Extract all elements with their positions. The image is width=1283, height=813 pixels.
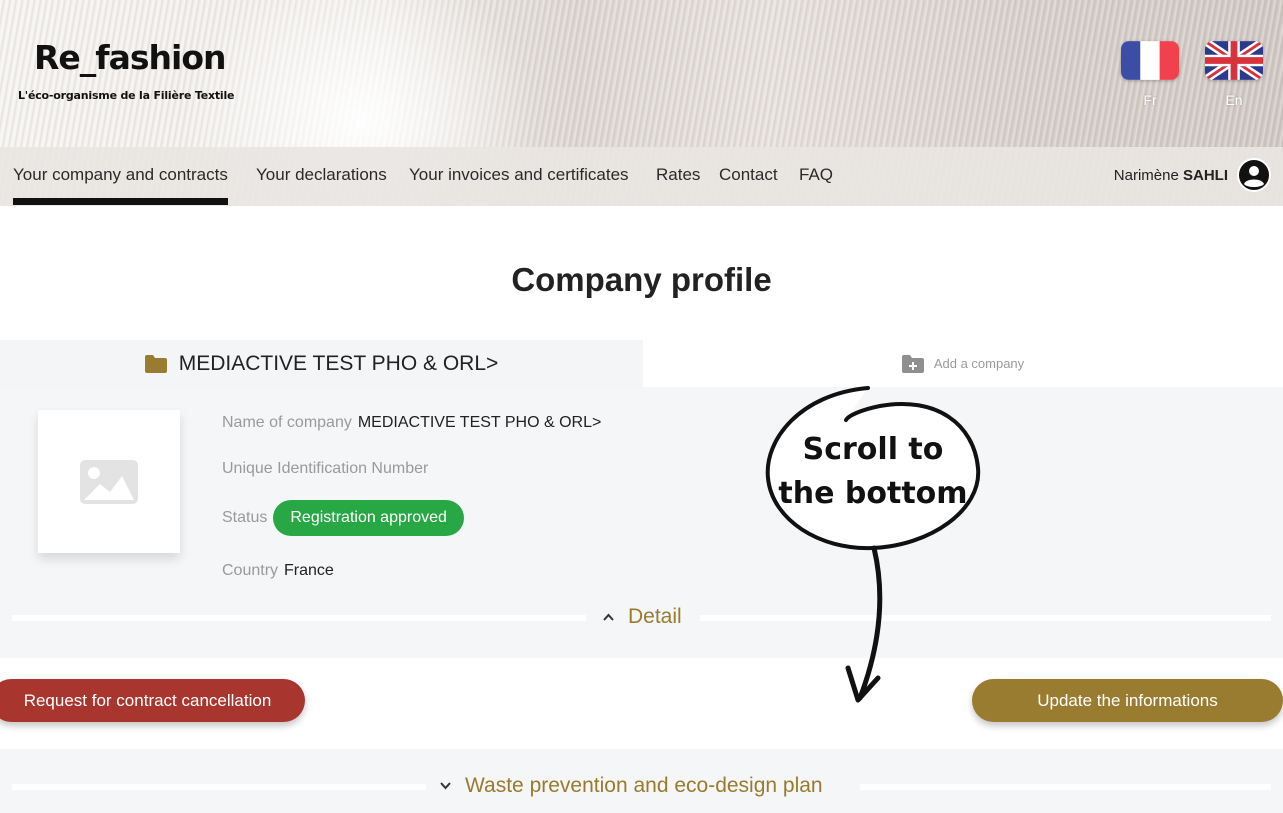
status-badge: Registration approved [273, 500, 464, 536]
main-navigation: Your company and contracts Your declarat… [0, 147, 1283, 206]
page-title: Company profile [511, 261, 772, 298]
language-fr-label: Fr [1143, 92, 1157, 108]
logo-tagline: L'éco-organisme de la Filière Textile [18, 89, 235, 102]
folder-plus-icon [901, 354, 924, 373]
uin-label: Unique Identification Number [222, 460, 429, 477]
image-icon [80, 459, 138, 504]
folder-icon [144, 354, 167, 373]
language-fr-button[interactable]: Fr [1120, 41, 1180, 108]
french-flag-icon [1121, 41, 1179, 80]
detail-toggle-label: Detail [628, 605, 682, 628]
account-circle-icon[interactable] [1237, 158, 1271, 192]
annotation-line-1: Scroll to [802, 432, 944, 467]
company-tab-label: MEDIACTIVE TEST PHO & ORL> [178, 351, 499, 375]
uk-flag-icon [1205, 41, 1263, 80]
nav-item-invoices-certificates[interactable]: Your invoices and certificates [409, 165, 629, 185]
update-informations-button[interactable]: Update the informations [972, 679, 1283, 722]
user-last-name: SAHLI [1183, 166, 1228, 184]
add-company-label: Add a company [933, 356, 1025, 371]
company-name-label: Name of company [222, 414, 352, 431]
waste-plan-toggle[interactable]: Waste prevention and eco-design plan [440, 774, 823, 798]
user-name: Narimène SAHLI [1114, 167, 1228, 184]
contract-cancellation-button[interactable]: Request for contract cancellation [0, 679, 305, 722]
country-field: Country France [222, 562, 334, 580]
uin-field: Unique Identification Number [222, 460, 434, 478]
chevron-down-icon [440, 782, 451, 790]
header-banner: Re_fashion L'éco-organisme de la Filière… [0, 0, 1283, 206]
nav-item-faq[interactable]: FAQ [799, 165, 833, 185]
country-value: France [284, 562, 334, 579]
logo-text: Re_fashion [34, 38, 227, 77]
annotation-line-2: the bottom [778, 476, 968, 511]
refashion-logo[interactable]: Re_fashion L'éco-organisme de la Filière… [18, 38, 235, 102]
chevron-up-icon [603, 613, 614, 621]
nav-item-rates[interactable]: Rates [656, 165, 700, 185]
waste-divider-left [12, 784, 426, 790]
annotation-text: Scroll to the bottom [768, 428, 978, 516]
detail-toggle[interactable]: Detail [603, 605, 682, 629]
status-label: Status [222, 509, 268, 526]
language-en-label: En [1225, 92, 1243, 108]
add-company-button[interactable]: Add a company [643, 340, 1283, 387]
waste-plan-toggle-label: Waste prevention and eco-design plan [465, 774, 823, 797]
company-logo-placeholder [38, 410, 180, 553]
status-field: Status Registration approved [222, 500, 464, 536]
waste-divider-right [860, 784, 1271, 790]
language-en-button[interactable]: En [1204, 41, 1264, 108]
nav-item-declarations[interactable]: Your declarations [256, 165, 387, 185]
user-menu[interactable]: Narimène SAHLI [1114, 158, 1271, 192]
company-name-field: Name of company MEDIACTIVE TEST PHO & ORL… [222, 414, 601, 432]
detail-divider-right [700, 615, 1271, 621]
company-tab[interactable]: MEDIACTIVE TEST PHO & ORL> [0, 340, 643, 387]
user-first-name: Narimène [1113, 166, 1179, 184]
nav-item-company-contracts[interactable]: Your company and contracts [13, 165, 228, 205]
company-name-value: MEDIACTIVE TEST PHO & ORL> [357, 414, 602, 431]
country-label: Country [222, 562, 279, 579]
detail-divider-left [12, 615, 586, 621]
nav-item-contact[interactable]: Contact [719, 165, 778, 185]
